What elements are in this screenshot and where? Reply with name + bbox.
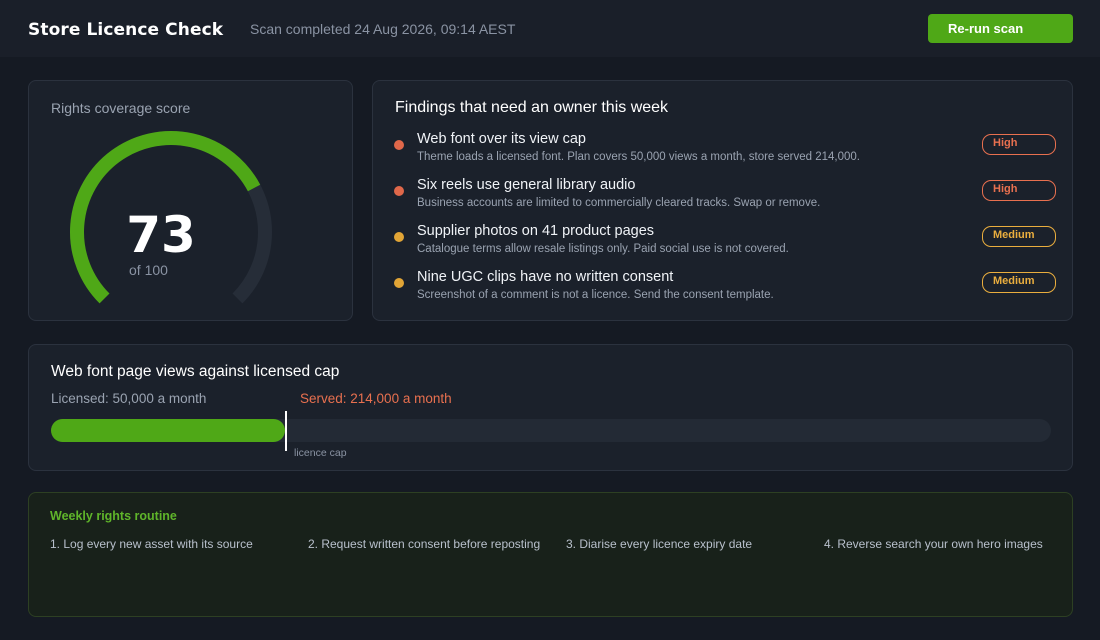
finding-title: Nine UGC clips have no written consent bbox=[417, 269, 674, 285]
severity-dot bbox=[394, 278, 404, 288]
severity-badge: Medium bbox=[982, 272, 1056, 293]
score-max-label: of 100 bbox=[129, 262, 168, 278]
rerun-scan-button[interactable]: Re-run scan bbox=[928, 14, 1073, 43]
finding-description: Catalogue terms allow resale listings on… bbox=[417, 243, 789, 255]
severity-badge: High bbox=[982, 134, 1056, 155]
finding-item[interactable]: Six reels use general library audio Busi… bbox=[373, 177, 1074, 217]
severity-badge: Medium bbox=[982, 226, 1056, 247]
finding-title: Six reels use general library audio bbox=[417, 177, 636, 193]
licence-cap-marker bbox=[285, 411, 287, 451]
score-card: Rights coverage score 73 of 100 bbox=[28, 80, 353, 321]
finding-title: Supplier photos on 41 product pages bbox=[417, 223, 655, 239]
finding-item[interactable]: Nine UGC clips have no written consent S… bbox=[373, 269, 1074, 309]
routine-step: 3. Diarise every licence expiry date bbox=[566, 537, 753, 551]
findings-card: Findings that need an owner this week We… bbox=[372, 80, 1073, 321]
scan-status: Scan completed 24 Aug 2026, 09:14 AEST bbox=[250, 21, 516, 37]
usage-card: Web font page views against licensed cap… bbox=[28, 344, 1073, 471]
finding-item[interactable]: Supplier photos on 41 product pages Cata… bbox=[373, 223, 1074, 263]
findings-title: Findings that need an owner this week bbox=[395, 99, 669, 116]
top-bar: Store Licence Check Scan completed 24 Au… bbox=[0, 0, 1100, 57]
severity-dot bbox=[394, 232, 404, 242]
finding-description: Screenshot of a comment is not a licence… bbox=[417, 289, 774, 301]
routine-title: Weekly rights routine bbox=[50, 509, 177, 523]
finding-description: Business accounts are limited to commerc… bbox=[417, 197, 821, 209]
routine-card: Weekly rights routine 1. Log every new a… bbox=[28, 492, 1073, 617]
severity-dot bbox=[394, 140, 404, 150]
licensed-label: Licensed: 50,000 a month bbox=[51, 391, 207, 406]
finding-item[interactable]: Web font over its view cap Theme loads a… bbox=[373, 131, 1074, 171]
served-label: Served: 214,000 a month bbox=[300, 391, 452, 406]
app-title: Store Licence Check bbox=[28, 20, 224, 40]
finding-description: Theme loads a licensed font. Plan covers… bbox=[417, 151, 861, 163]
routine-step: 1. Log every new asset with its source bbox=[50, 537, 253, 551]
finding-title: Web font over its view cap bbox=[417, 131, 586, 147]
severity-dot bbox=[394, 186, 404, 196]
usage-fill bbox=[51, 419, 285, 442]
severity-badge: High bbox=[982, 180, 1056, 201]
usage-track bbox=[51, 419, 1051, 442]
licence-cap-label: licence cap bbox=[294, 447, 347, 459]
routine-step: 4. Reverse search your own hero images bbox=[824, 537, 1043, 551]
score-gauge bbox=[70, 131, 272, 304]
usage-title: Web font page views against licensed cap bbox=[51, 363, 340, 380]
routine-step: 2. Request written consent before repost… bbox=[308, 537, 541, 551]
score-value: 73 bbox=[126, 206, 196, 264]
